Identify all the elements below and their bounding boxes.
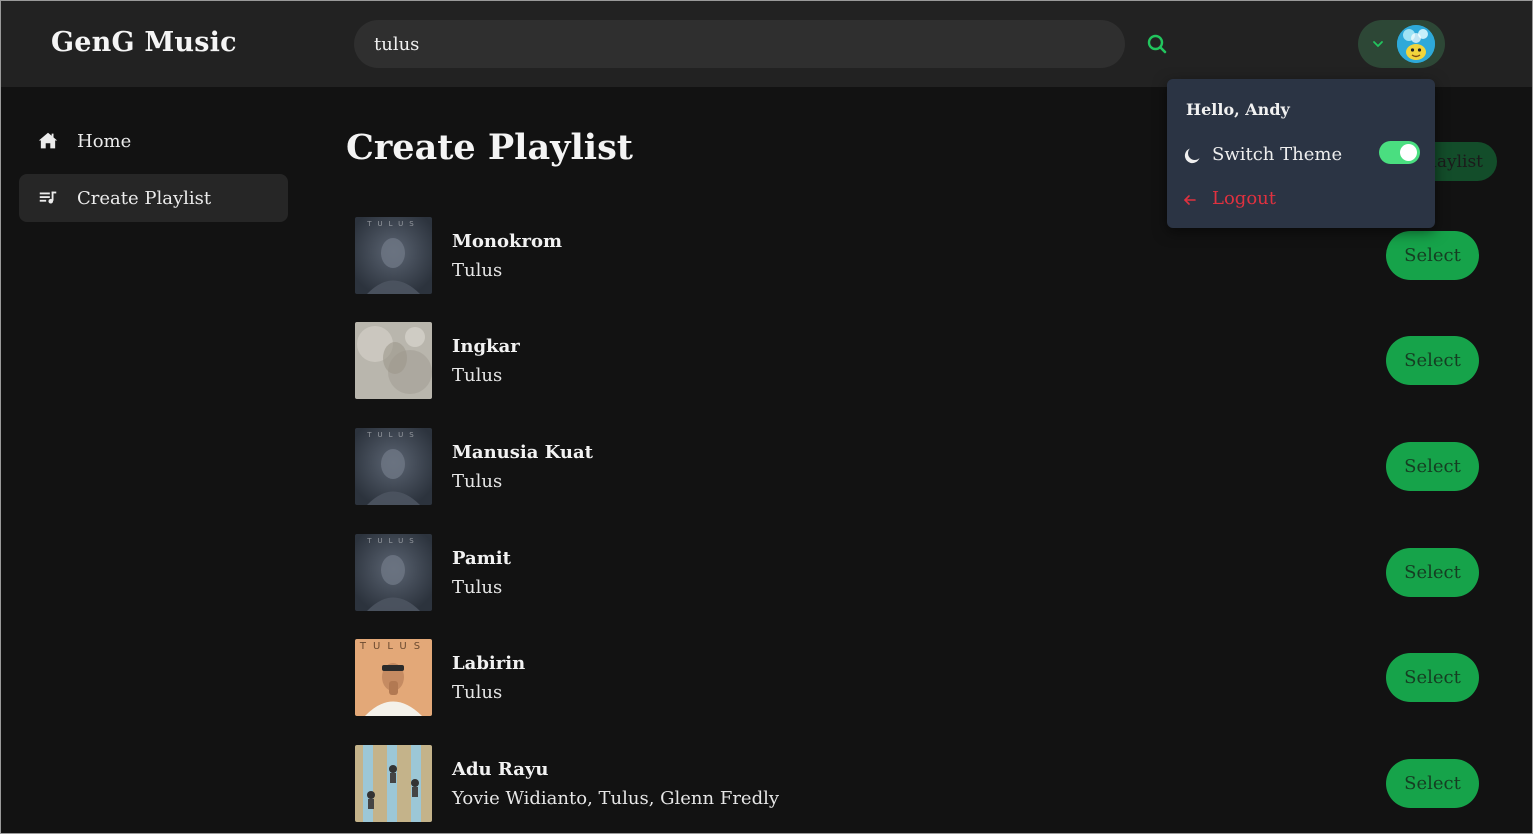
album-cover-label: TULUS (367, 537, 420, 545)
album-cover-label: TULUS (359, 641, 428, 652)
song-row: Ingkar Tulus Select (355, 322, 1479, 400)
select-button[interactable]: Select (1386, 231, 1479, 280)
toggle-knob (1400, 144, 1417, 161)
chevron-down-icon (1373, 41, 1383, 48)
logout-label: Logout (1212, 188, 1276, 209)
album-cover (355, 322, 432, 399)
logout-item[interactable]: Logout (1181, 187, 1421, 213)
arrow-left-icon (1184, 195, 1196, 205)
song-title: Ingkar (452, 336, 520, 357)
app-window: GenG Music tulus Home Create Playlist Cr… (0, 0, 1533, 834)
profile-dropdown-menu: Hello, Andy Switch Theme Logout (1167, 79, 1435, 228)
song-row: TULUS Monokrom Tulus Select (355, 217, 1479, 295)
album-cover: TULUS (355, 534, 432, 611)
song-artist: Tulus (452, 577, 503, 598)
search-button[interactable] (1145, 32, 1169, 56)
user-greeting: Hello, Andy (1186, 100, 1290, 119)
select-button[interactable]: Select (1386, 442, 1479, 491)
album-cover (355, 745, 432, 822)
album-cover: TULUS (355, 428, 432, 505)
song-title: Adu Rayu (452, 759, 549, 780)
playlist-add-icon (39, 191, 57, 204)
sidebar-item-label: Home (77, 130, 132, 152)
search-icon (1147, 34, 1167, 54)
avatar (1397, 25, 1435, 63)
song-artist: Tulus (452, 471, 503, 492)
song-artist: Tulus (452, 365, 503, 386)
album-cover-label: TULUS (367, 431, 420, 439)
album-cover: TULUS (355, 639, 432, 716)
song-row: TULUS Labirin Tulus Select (355, 639, 1479, 717)
song-title: Labirin (452, 653, 526, 674)
song-artist: Tulus (452, 682, 503, 703)
select-button[interactable]: Select (1386, 653, 1479, 702)
album-cover: TULUS (355, 217, 432, 294)
moon-icon (1184, 148, 1200, 164)
song-title: Pamit (452, 548, 511, 569)
sidebar-item-home[interactable]: Home (19, 117, 288, 165)
sidebar-item-create-playlist[interactable]: Create Playlist (19, 174, 288, 222)
sidebar-item-label: Create Playlist (77, 187, 212, 209)
page-title: Create Playlist (346, 127, 633, 168)
theme-toggle[interactable] (1379, 141, 1420, 164)
song-row: Adu Rayu Yovie Widianto, Tulus, Glenn Fr… (355, 745, 1479, 823)
top-header: GenG Music (1, 1, 1532, 87)
switch-theme-label: Switch Theme (1212, 144, 1343, 165)
search-input[interactable] (374, 20, 1104, 68)
sidebar: Home Create Playlist (1, 87, 301, 833)
song-title: Manusia Kuat (452, 442, 593, 463)
song-artist: Tulus (452, 260, 503, 281)
song-artist: Yovie Widianto, Tulus, Glenn Fredly (452, 788, 780, 809)
switch-theme-item[interactable]: Switch Theme (1181, 141, 1421, 171)
select-button[interactable]: Select (1386, 336, 1479, 385)
song-title: Monokrom (452, 231, 563, 252)
select-button[interactable]: Select (1386, 548, 1479, 597)
select-button[interactable]: Select (1386, 759, 1479, 808)
song-row: TULUS Pamit Tulus Select (355, 534, 1479, 612)
song-row: TULUS Manusia Kuat Tulus Select (355, 428, 1479, 506)
profile-menu-toggle[interactable] (1358, 20, 1445, 68)
app-logo-title[interactable]: GenG Music (51, 27, 237, 58)
search-bar[interactable] (354, 20, 1125, 68)
home-icon (38, 132, 58, 149)
album-cover-label: TULUS (367, 220, 420, 228)
